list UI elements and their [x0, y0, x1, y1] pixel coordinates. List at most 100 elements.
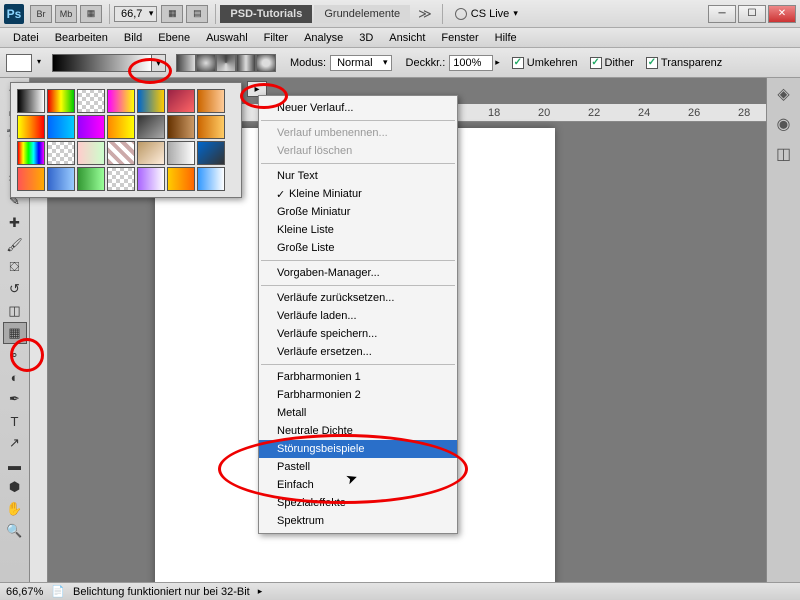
swatches-panel-icon[interactable]: ◈	[774, 84, 794, 104]
gradient-radial-icon[interactable]	[196, 54, 216, 72]
menu-datei[interactable]: Datei	[6, 30, 46, 46]
maximize-button[interactable]: ☐	[738, 5, 766, 23]
modus-dropdown[interactable]: Normal	[330, 55, 391, 71]
gradient-swatch[interactable]	[47, 89, 75, 113]
path-tool-icon[interactable]: ↗	[3, 432, 27, 454]
minimize-button[interactable]: ─	[708, 5, 736, 23]
extras-button[interactable]: ▤	[186, 5, 208, 23]
gradient-swatch[interactable]	[107, 115, 135, 139]
menu-item[interactable]: Störungsbeispiele	[259, 440, 457, 458]
gradient-swatch[interactable]	[17, 141, 45, 165]
gradient-swatch[interactable]	[137, 141, 165, 165]
gradient-swatch[interactable]	[197, 141, 225, 165]
shape-tool-icon[interactable]: ▬	[3, 454, 27, 476]
menu-item[interactable]: Verläufe zurücksetzen...	[259, 289, 457, 307]
gradient-swatch[interactable]	[17, 115, 45, 139]
heal-tool-icon[interactable]: ✚	[3, 212, 27, 234]
styles-panel-icon[interactable]: ◉	[774, 114, 794, 134]
history-tool-icon[interactable]: ↺	[3, 278, 27, 300]
cslive-button[interactable]: CS Live ▾	[455, 8, 518, 20]
gradient-diamond-icon[interactable]	[256, 54, 276, 72]
status-zoom[interactable]: 66,67%	[6, 586, 43, 598]
close-button[interactable]: ✕	[768, 5, 796, 23]
hand-tool-icon[interactable]: ✋	[3, 498, 27, 520]
bridge-button[interactable]: Br	[30, 5, 52, 23]
pen-tool-icon[interactable]: ✒	[3, 388, 27, 410]
type-tool-icon[interactable]: T	[3, 410, 27, 432]
gradient-swatch[interactable]	[107, 89, 135, 113]
gradient-swatch[interactable]	[107, 141, 135, 165]
screenmode-button[interactable]: ▦	[80, 5, 102, 23]
menu-filter[interactable]: Filter	[257, 30, 295, 46]
menu-item[interactable]: Pastell	[259, 458, 457, 476]
gradient-swatch[interactable]	[167, 115, 195, 139]
menu-hilfe[interactable]: Hilfe	[488, 30, 524, 46]
gradient-swatch[interactable]	[167, 141, 195, 165]
menu-ansicht[interactable]: Ansicht	[382, 30, 432, 46]
gradient-swatch[interactable]	[77, 115, 105, 139]
blur-tool-icon[interactable]: ∘	[3, 344, 27, 366]
menu-item[interactable]: Farbharmonien 2	[259, 386, 457, 404]
gradient-swatch[interactable]	[137, 89, 165, 113]
adjust-panel-icon[interactable]: ◫	[774, 144, 794, 164]
menu-auswahl[interactable]: Auswahl	[199, 30, 255, 46]
menu-item[interactable]: Große Miniatur	[259, 203, 457, 221]
workspace-tab-grundelemente[interactable]: Grundelemente	[314, 5, 410, 23]
gradient-swatch[interactable]	[77, 167, 105, 191]
gradient-swatch[interactable]	[77, 141, 105, 165]
gradient-swatch[interactable]	[197, 167, 225, 191]
deckkraft-field[interactable]: 100%	[449, 55, 493, 71]
workspace-more-icon[interactable]: ≫	[418, 6, 432, 22]
menu-item[interactable]: Verläufe ersetzen...	[259, 343, 457, 361]
gradient-swatch[interactable]	[77, 89, 105, 113]
gradient-swatch[interactable]	[137, 115, 165, 139]
menu-3d[interactable]: 3D	[352, 30, 380, 46]
tool-preset-dropdown[interactable]	[6, 54, 32, 72]
gradient-swatch[interactable]	[167, 167, 195, 191]
gradient-swatch[interactable]	[17, 167, 45, 191]
brush-tool-icon[interactable]: 🖌	[3, 234, 27, 256]
minibridge-button[interactable]: Mb	[55, 5, 77, 23]
gradient-preview[interactable]	[52, 54, 152, 72]
gradient-swatch[interactable]	[47, 167, 75, 191]
3d-tool-icon[interactable]: ⬢	[3, 476, 27, 498]
menu-fenster[interactable]: Fenster	[434, 30, 485, 46]
menu-item[interactable]: Große Liste	[259, 239, 457, 257]
menu-item[interactable]: Spezialeffekte	[259, 494, 457, 512]
transparenz-checkbox[interactable]: ✓Transparenz	[646, 57, 722, 69]
gradient-swatch[interactable]	[47, 115, 75, 139]
arrange-button[interactable]: ▦	[161, 5, 183, 23]
menu-item[interactable]: Vorgaben-Manager...	[259, 264, 457, 282]
zoom-tool-icon[interactable]: 🔍	[3, 520, 27, 542]
menu-bild[interactable]: Bild	[117, 30, 149, 46]
gradient-tool-icon[interactable]: ▦	[3, 322, 27, 344]
gradient-swatch[interactable]	[107, 167, 135, 191]
gradient-swatch[interactable]	[197, 89, 225, 113]
menu-item[interactable]: Neutrale Dichte	[259, 422, 457, 440]
dither-checkbox[interactable]: ✓Dither	[590, 57, 634, 69]
gradient-angle-icon[interactable]	[216, 54, 236, 72]
gradient-swatch[interactable]	[167, 89, 195, 113]
umkehren-checkbox[interactable]: ✓Umkehren	[512, 57, 578, 69]
menu-item[interactable]: Verläufe laden...	[259, 307, 457, 325]
menu-item[interactable]: Metall	[259, 404, 457, 422]
gradient-swatch[interactable]	[17, 89, 45, 113]
menu-item[interactable]: Kleine Liste	[259, 221, 457, 239]
gradient-swatch[interactable]	[197, 115, 225, 139]
dodge-tool-icon[interactable]: ◐	[3, 366, 27, 388]
gradient-linear-icon[interactable]	[176, 54, 196, 72]
eraser-tool-icon[interactable]: ◫	[3, 300, 27, 322]
gradient-reflected-icon[interactable]	[236, 54, 256, 72]
menu-item[interactable]: Nur Text	[259, 167, 457, 185]
gradient-picker-toggle[interactable]: ▾	[152, 54, 166, 72]
menu-analyse[interactable]: Analyse	[297, 30, 350, 46]
menu-item[interactable]: Verläufe speichern...	[259, 325, 457, 343]
menu-item[interactable]: Farbharmonien 1	[259, 368, 457, 386]
zoom-dropdown[interactable]: 66,7	[114, 6, 157, 22]
workspace-tab-psdtutorials[interactable]: PSD-Tutorials	[220, 5, 312, 23]
gradient-swatch[interactable]	[47, 141, 75, 165]
stamp-tool-icon[interactable]: ⛋	[3, 256, 27, 278]
gradient-swatch[interactable]	[137, 167, 165, 191]
menu-item[interactable]: Neuer Verlauf...	[259, 99, 457, 117]
menu-ebene[interactable]: Ebene	[151, 30, 197, 46]
